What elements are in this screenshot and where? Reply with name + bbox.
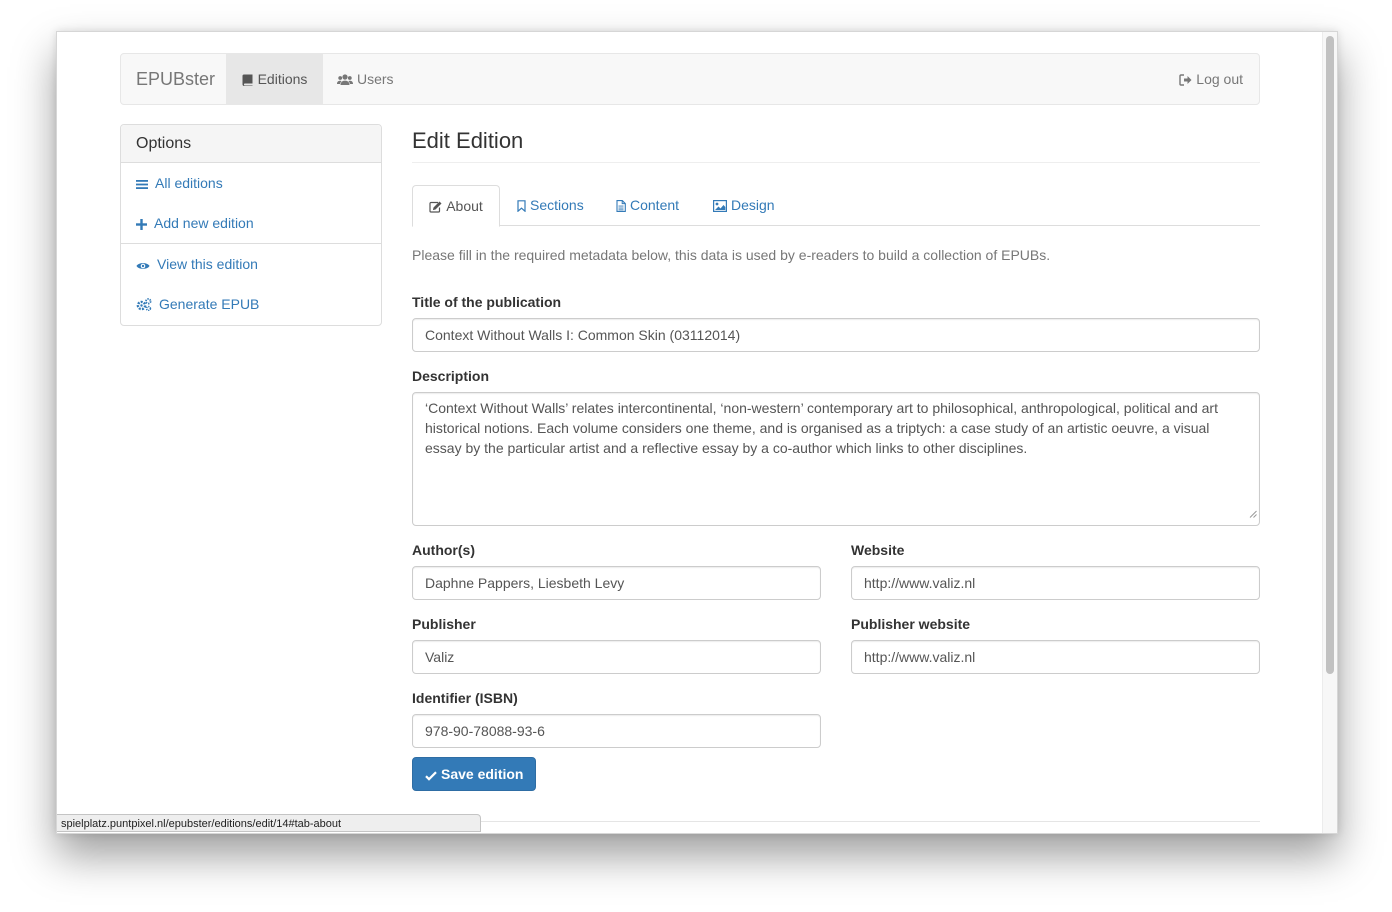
nav-editions[interactable]: Editions (226, 54, 323, 104)
cogs-icon (136, 286, 152, 326)
check-icon (425, 760, 437, 792)
tab-design[interactable]: Design (713, 185, 775, 225)
logout-label: Log out (1196, 71, 1243, 87)
options-group-edition: View this edition Generate EPUB (121, 244, 381, 324)
description-field-group: Description ‘Context Without Walls’ rela… (412, 366, 1260, 526)
brand-link[interactable]: EPUBster (136, 54, 215, 104)
resize-handle-icon[interactable] (1249, 503, 1257, 523)
website-input[interactable]: http://www.valiz.nl (851, 566, 1260, 600)
sidebar-item-add-new-edition[interactable]: Add new edition (121, 203, 381, 243)
status-bar-url: spielplatz.puntpixel.nl/epubster/edition… (57, 814, 481, 832)
main-content: Edit Edition About Sections Content Desi… (412, 124, 1260, 748)
authors-input[interactable]: Daphne Pappers, Liesbeth Levy (412, 566, 821, 600)
footer-divider (412, 821, 1260, 822)
sidebar-item-label: Generate EPUB (159, 296, 260, 312)
tab-label: About (446, 198, 483, 214)
browser-window: EPUBster Editions Users Log out Options … (56, 31, 1338, 834)
file-icon (616, 187, 626, 227)
scrollbar-thumb[interactable] (1326, 36, 1334, 674)
page-title: Edit Edition (412, 124, 1260, 163)
nav-users[interactable]: Users (337, 54, 394, 104)
edit-icon (429, 188, 442, 228)
options-panel-title: Options (121, 125, 381, 163)
publisher-website-input[interactable]: http://www.valiz.nl (851, 640, 1260, 674)
tab-sections[interactable]: Sections (517, 185, 584, 225)
sidebar-item-label: View this edition (157, 256, 258, 272)
logout-link[interactable]: Log out (1179, 54, 1243, 104)
tab-content[interactable]: Content (616, 185, 679, 225)
plus-icon (136, 205, 147, 245)
website-label: Website (851, 542, 905, 558)
save-button-label: Save edition (441, 766, 524, 782)
sidebar-item-view-edition[interactable]: View this edition (121, 244, 381, 284)
options-group-editions: All editions Add new edition (121, 163, 381, 244)
scrollbar[interactable] (1322, 32, 1337, 833)
description-textarea[interactable]: ‘Context Without Walls’ relates intercon… (412, 392, 1260, 526)
description-label: Description (412, 368, 490, 384)
sidebar-item-label: All editions (155, 175, 223, 191)
isbn-label: Identifier (ISBN) (412, 690, 518, 706)
tab-label: Sections (530, 197, 584, 213)
bookmark-icon (517, 187, 526, 227)
book-icon (242, 56, 254, 106)
publisher-field-group: Publisher Valiz (412, 614, 821, 674)
help-text: Please fill in the required metadata bel… (412, 247, 1051, 263)
save-button[interactable]: Save edition (412, 757, 537, 792)
list-icon (136, 165, 148, 205)
isbn-input[interactable]: 978-90-78088-93-6 (412, 714, 821, 748)
eye-icon (136, 246, 150, 286)
title-label: Title of the publication (412, 294, 562, 310)
sign-out-icon (1179, 56, 1192, 106)
website-field-group: Website http://www.valiz.nl (851, 540, 1260, 600)
options-panel: Options All editions Add new edition Vie… (120, 124, 382, 326)
publisher-website-field-group: Publisher website http://www.valiz.nl (851, 614, 1260, 674)
tab-label: Design (731, 197, 775, 213)
publisher-input[interactable]: Valiz (412, 640, 821, 674)
sidebar-item-label: Add new edition (154, 215, 254, 231)
isbn-field-group: Identifier (ISBN) 978-90-78088-93-6 (412, 688, 821, 748)
authors-label: Author(s) (412, 542, 475, 558)
users-icon (337, 56, 353, 106)
description-text: ‘Context Without Walls’ relates intercon… (425, 400, 1218, 456)
picture-icon (713, 187, 728, 227)
title-input[interactable]: Context Without Walls I: Common Skin (03… (412, 318, 1260, 352)
edition-tabs: About Sections Content Design (412, 185, 1260, 227)
publisher-label: Publisher (412, 616, 476, 632)
title-field-group: Title of the publication Context Without… (412, 292, 1260, 352)
sidebar-item-all-editions[interactable]: All editions (121, 163, 381, 203)
publisher-website-label: Publisher website (851, 616, 971, 632)
navbar: EPUBster Editions Users Log out (120, 53, 1260, 105)
nav-editions-label: Editions (257, 71, 308, 87)
authors-field-group: Author(s) Daphne Pappers, Liesbeth Levy (412, 540, 821, 600)
tab-label: Content (630, 197, 680, 213)
nav-users-label: Users (357, 71, 394, 87)
sidebar-item-generate-epub[interactable]: Generate EPUB (121, 284, 381, 324)
tab-about[interactable]: About (412, 185, 500, 227)
